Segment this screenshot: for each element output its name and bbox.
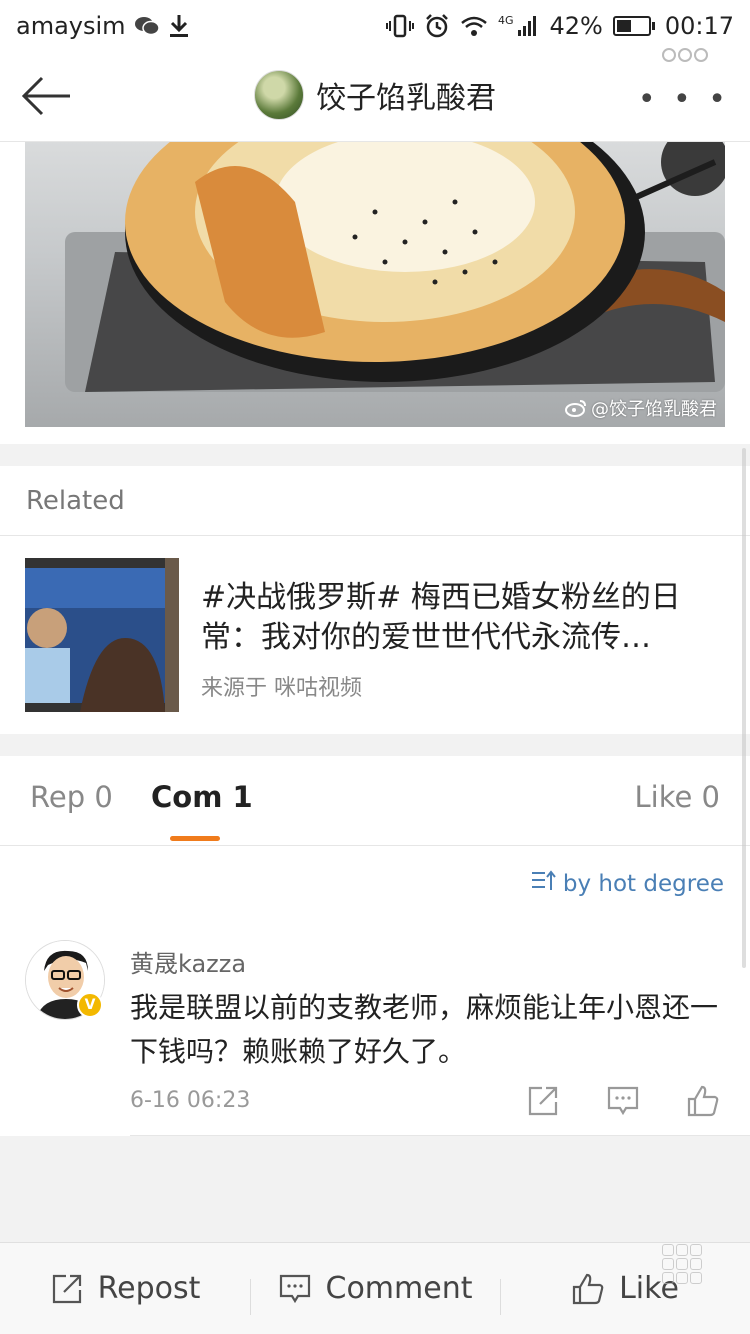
related-title: Related — [0, 466, 750, 536]
wifi-icon — [460, 12, 488, 40]
vibrate-icon — [385, 12, 414, 40]
tab-likes[interactable]: Like 0 — [635, 780, 721, 814]
thumbs-up-icon — [571, 1272, 605, 1306]
weibo-icon — [565, 399, 587, 417]
comment-author[interactable]: 黄晟kazza — [130, 944, 246, 979]
floating-dots-icon — [662, 48, 708, 62]
avatar[interactable] — [254, 70, 304, 120]
comment-icon — [278, 1272, 312, 1306]
more-menu-button[interactable]: • • • — [638, 82, 730, 117]
like-button[interactable]: Like — [500, 1271, 750, 1315]
thumbs-up-icon[interactable] — [686, 1084, 720, 1118]
share-icon[interactable] — [526, 1084, 560, 1118]
comment-text: 我是联盟以前的支教老师，麻烦能让年小恩还一下钱吗？赖账赖了好久了。 — [130, 991, 719, 1068]
active-tab-indicator — [170, 836, 220, 841]
scrollbar[interactable] — [742, 448, 746, 968]
related-video-thumbnail[interactable] — [25, 558, 179, 712]
related-headline: #决战俄罗斯# 梅西已婚女粉丝的日常：我对你的爱世世代代永流传… — [201, 580, 681, 655]
carrier-label: amaysim — [16, 12, 126, 40]
tab-comments[interactable]: Com 1 — [151, 780, 253, 814]
verified-badge-icon: V — [77, 992, 103, 1018]
reply-icon[interactable] — [606, 1084, 640, 1118]
wechat-icon — [134, 12, 160, 40]
tab-reposts[interactable]: Rep 0 — [30, 780, 113, 814]
divider — [130, 1135, 750, 1136]
comments-section: by hot degree V 黄晟kazza 我是联盟以前的支教老师，麻烦能让… — [0, 846, 750, 1136]
image-watermark: @饺子馅乳酸君 — [565, 395, 717, 421]
related-item[interactable]: #决战俄罗斯# 梅西已婚女粉丝的日常：我对你的爱世世代代永流传… 来源于 咪咕视… — [25, 558, 725, 712]
sort-icon — [531, 870, 557, 898]
engagement-tabs: Rep 0 Com 1 Like 0 — [0, 756, 750, 846]
comment-timestamp: 6-16 06:23 — [130, 1088, 251, 1113]
repost-button[interactable]: Repost — [0, 1271, 250, 1306]
clock: 00:17 — [664, 12, 734, 40]
top-nav-bar: 饺子馅乳酸君 • • • — [0, 52, 750, 142]
status-bar: amaysim 4G 42% 00:17 — [0, 0, 750, 52]
signal-icon: 4G — [498, 12, 540, 40]
comment-button[interactable]: Comment — [250, 1271, 500, 1315]
page-title: 饺子馅乳酸君 — [316, 81, 496, 116]
floating-grid-icon[interactable] — [662, 1244, 702, 1284]
battery-icon — [612, 16, 655, 36]
related-source: 来源于 咪咕视频 — [201, 676, 362, 701]
post-image[interactable]: @饺子馅乳酸君 — [25, 142, 725, 427]
battery-percent: 42% — [549, 12, 603, 40]
alarm-icon — [424, 12, 450, 40]
share-icon — [50, 1272, 84, 1306]
download-icon — [168, 12, 190, 40]
bottom-toolbar: Repost Comment Like — [0, 1242, 750, 1334]
related-section: Related #决战俄罗斯# 梅西已婚女粉丝的日常：我对你的爱世世代代永流传…… — [0, 466, 750, 734]
sort-button[interactable]: by hot degree — [531, 870, 724, 898]
post-image-card: @饺子馅乳酸君 — [0, 142, 750, 444]
